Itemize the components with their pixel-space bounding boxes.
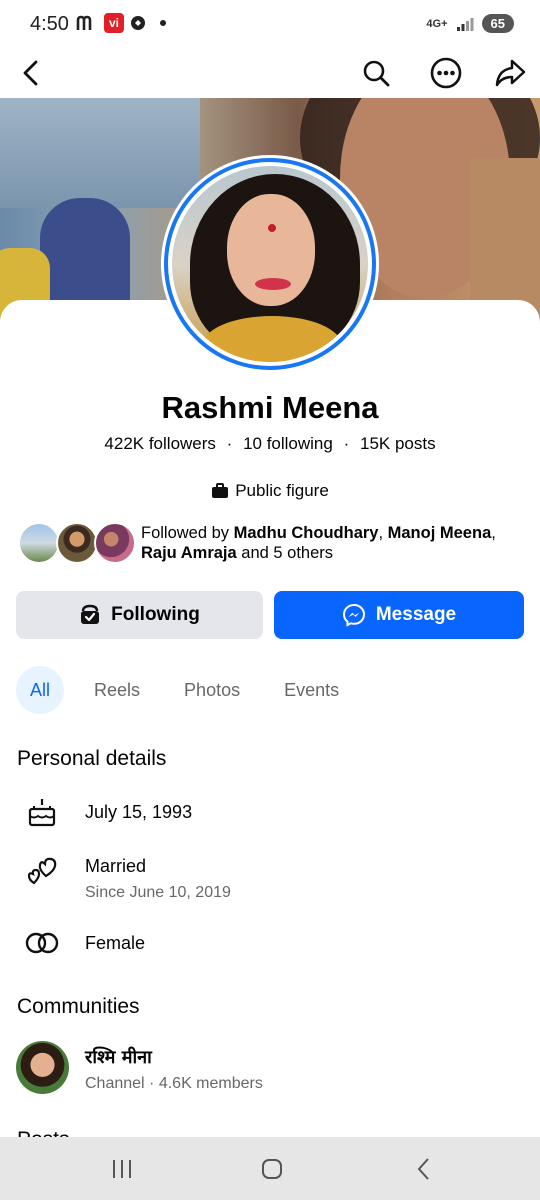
community-item[interactable]: रश्मि मीना Channel · 4.6K members: [16, 1041, 526, 1097]
system-nav-bar: [0, 1137, 540, 1200]
separator: ·: [226, 434, 233, 453]
relationship-status: Married: [85, 856, 147, 876]
avatar: [172, 166, 368, 362]
status-bar: 4:50 vi 4G+ 65: [0, 0, 540, 48]
avatar-bindi: [268, 224, 276, 232]
more-icon: [430, 57, 462, 89]
gender-row: Female: [24, 925, 524, 961]
profile-picture[interactable]: [161, 155, 379, 373]
signal-icon: [456, 17, 474, 31]
tab-reels[interactable]: Reels: [80, 666, 154, 714]
message-button-label: Message: [375, 604, 457, 625]
followed-by-suffix: and 5 others: [236, 544, 334, 562]
message-button[interactable]: Message: [274, 591, 524, 639]
tab-events[interactable]: Events: [270, 666, 353, 714]
followers-count[interactable]: 422K followers: [104, 434, 216, 453]
recent-apps-button[interactable]: [92, 1149, 152, 1189]
mutual-name[interactable]: Raju Amraja: [141, 544, 237, 562]
tab-photos[interactable]: Photos: [170, 666, 254, 714]
story-ring: [164, 158, 376, 370]
separator: ,: [491, 524, 496, 542]
community-name: रश्मि मीना: [85, 1047, 152, 1068]
battery-indicator: 65: [481, 14, 514, 33]
search-button[interactable]: [355, 52, 397, 94]
profile-tabs: All Reels Photos Events: [16, 666, 369, 714]
following-count[interactable]: 10 following: [243, 434, 333, 453]
profile-name: Rashmi Meena: [161, 390, 379, 425]
avatar-lips: [255, 278, 291, 290]
tab-all[interactable]: All: [16, 666, 65, 714]
gender-value: Female: [85, 933, 146, 953]
app-notification-icon: [131, 16, 145, 30]
birthday-value: July 15, 1993: [85, 802, 193, 822]
share-icon: [495, 59, 526, 87]
following-button[interactable]: Following: [16, 591, 263, 639]
more-notifications-dot-icon: [160, 20, 166, 26]
top-bar: [0, 48, 540, 98]
cover-background: [0, 98, 200, 208]
birthday-row: July 15, 1993: [24, 795, 524, 831]
followed-by-prefix: Followed by: [141, 524, 234, 542]
back-arrow-icon: [23, 60, 38, 86]
messenger-icon: [342, 603, 365, 627]
more-options-button[interactable]: [425, 52, 467, 94]
share-button[interactable]: [489, 52, 531, 94]
separator: ·: [343, 434, 350, 453]
recent-apps-icon: [113, 1160, 131, 1178]
relationship-since: Since June 10, 2019: [85, 884, 231, 901]
system-back-icon: [417, 1158, 429, 1180]
system-back-button[interactable]: [394, 1149, 454, 1189]
search-icon: [363, 60, 390, 87]
briefcase-icon: [212, 483, 229, 498]
action-buttons: Following Message: [16, 591, 524, 639]
m-app-icon: [76, 15, 92, 30]
profile-stats: 422K followers · 10 following · 15K post…: [0, 434, 540, 454]
separator: ,: [378, 524, 388, 542]
mutual-followers-text: Followed by Madhu Choudhary, Manoj Meena…: [141, 523, 521, 563]
community-meta: Channel · 4.6K members: [85, 1075, 263, 1092]
mutual-avatar: [18, 522, 60, 564]
mutual-name[interactable]: Madhu Choudhary: [234, 524, 379, 542]
posts-count: 15K posts: [359, 434, 436, 453]
status-right: 4G+ 65: [426, 14, 514, 33]
status-time: 4:50: [30, 13, 69, 35]
following-check-icon: [81, 604, 100, 624]
category-label: Public figure: [235, 481, 329, 500]
notification-icons: vi: [76, 13, 166, 33]
back-button[interactable]: [10, 52, 52, 94]
gender-rings-icon: [24, 925, 60, 961]
home-button[interactable]: [242, 1149, 302, 1189]
profile-category: Public figure: [0, 481, 540, 501]
community-avatar: [16, 1041, 69, 1094]
communities-title: Communities: [17, 995, 140, 1018]
mutual-followers[interactable]: Followed by Madhu Choudhary, Manoj Meena…: [18, 520, 528, 568]
hearts-icon: [24, 854, 60, 890]
mutual-avatar: [56, 522, 98, 564]
birthday-cake-icon: [24, 795, 60, 831]
vi-app-icon: vi: [104, 13, 124, 33]
mutual-avatar: [94, 522, 136, 564]
relationship-row: Married Since June 10, 2019: [24, 852, 524, 908]
personal-details-title: Personal details: [17, 747, 167, 770]
mutual-name[interactable]: Manoj Meena: [388, 524, 492, 542]
network-type: 4G+: [426, 17, 448, 30]
mutual-avatars: [18, 520, 138, 566]
home-icon: [262, 1159, 282, 1179]
following-button-label: Following: [111, 604, 200, 625]
